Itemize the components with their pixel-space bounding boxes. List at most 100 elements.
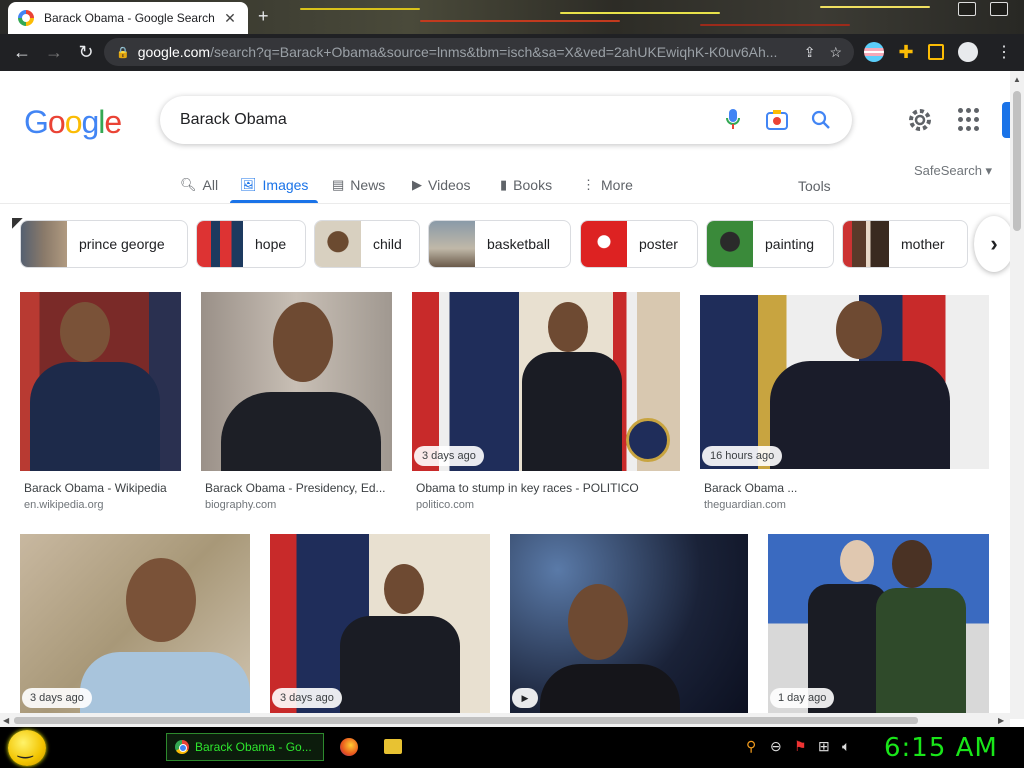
reload-icon[interactable]: ↻ [70,42,102,63]
tab-more[interactable]: ⋮ More [582,172,633,198]
result-image[interactable] [700,295,989,469]
scrollbar-thumb[interactable] [14,717,918,724]
chip-scroll-right-button[interactable]: › [974,216,1014,272]
chip-thumbnail [843,221,889,267]
result-image[interactable] [20,534,250,713]
chip-painting[interactable]: painting [706,220,834,268]
lock-icon: 🔒 [116,46,130,59]
scroll-up-arrow-icon[interactable]: ▲ [1013,75,1021,84]
result-source[interactable]: biography.com [205,499,276,511]
close-window-icon[interactable] [990,2,1008,16]
result-title[interactable]: Barack Obama - Presidency, Ed... [205,481,390,495]
result-image[interactable] [412,292,680,471]
tab-books[interactable]: ▮ Books [500,172,552,198]
search-tabs: 🔍︎ All 🖼︎ Images ▤ News ▶ Videos ▮ Books ⋮ Mor… [0,166,1010,204]
taskbar-clock[interactable]: 6:15 AM [884,733,998,763]
search-query[interactable]: Barack Obama [180,111,700,129]
chip-basketball[interactable]: basketball [428,220,571,268]
chip-hope[interactable]: hope [196,220,306,268]
os-taskbar [0,727,1024,768]
search-input[interactable]: Barack Obama [160,96,852,144]
address-bar[interactable]: 🔒 google.com/search?q=Barack+Obama&sourc… [104,38,854,66]
date-badge: 3 days ago [414,446,484,466]
url-text[interactable]: google.com/search?q=Barack+Obama&source=… [138,44,790,60]
portrait-head [568,584,628,660]
folder-icon[interactable] [384,739,402,754]
url-path: /search?q=Barack+Obama&source=lnms&tbm=i… [210,44,778,60]
wallpaper-streak [560,12,720,14]
tools-button[interactable]: Tools [798,173,831,199]
scroll-right-arrow-icon[interactable]: ▶ [998,716,1004,725]
restore-window-icon[interactable] [958,2,976,16]
tray-minus-icon[interactable]: ⊖ [770,738,782,755]
tab-videos[interactable]: ▶ Videos [412,172,471,198]
chip-child[interactable]: child [314,220,420,268]
portrait-shirt [80,652,250,713]
portrait-head [548,302,588,352]
portrait-suit [770,361,950,469]
image-icon: 🖼︎ [240,177,257,192]
tab-label: Images [262,177,309,193]
scroll-left-arrow-icon[interactable]: ◀ [3,716,9,725]
browser-menu-icon[interactable]: ⋮ [996,42,1012,62]
chip-mother[interactable]: mother [842,220,968,268]
chip-label: mother [901,236,945,252]
new-tab-button[interactable]: + [258,6,269,27]
logo-letter: e [104,104,122,140]
result-source[interactable]: en.wikipedia.org [24,499,104,511]
scrollbar-thumb[interactable] [1013,91,1021,231]
result-image[interactable] [20,292,181,471]
forward-arrow-icon[interactable]: → [38,42,70,63]
network-icon[interactable]: ⊞ [818,738,830,755]
vertical-scrollbar[interactable]: ▲ [1010,71,1024,719]
camera-lens-icon[interactable] [766,109,788,131]
search-tray-icon[interactable]: ⚲ [746,738,756,755]
result-image[interactable] [510,534,748,713]
news-icon: ▤ [332,177,345,192]
safesearch-dropdown[interactable]: SafeSearch ▾ [914,163,992,179]
chip-label: basketball [487,236,551,252]
tab-images[interactable]: 🖼︎ Images [240,172,308,198]
browser-tab[interactable]: Barack Obama - Google Search ✕ [8,2,248,34]
puzzle-extension-icon[interactable]: ✚ [896,42,916,62]
flag-tray-icon[interactable]: ⚑ [794,738,807,755]
result-image[interactable] [768,534,989,713]
result-title[interactable]: Obama to stump in key races - POLITICO [416,481,678,495]
back-arrow-icon[interactable]: ← [6,42,38,63]
portrait-suit [540,664,680,713]
bookmark-star-icon[interactable]: ☆ [829,44,842,61]
share-icon[interactable]: ⇪ [804,44,816,61]
sidepanel-icon[interactable] [928,44,944,60]
profile-avatar-icon[interactable] [958,42,978,62]
chip-prince-george[interactable]: prince george [20,220,188,268]
volume-icon[interactable]: 🔈︎ [842,738,850,755]
result-title[interactable]: Barack Obama - Wikipedia [24,481,184,495]
apps-grid-icon[interactable] [958,108,982,132]
gear-icon[interactable] [906,106,934,134]
flag-extension-icon[interactable] [864,42,884,62]
microphone-icon[interactable] [722,109,744,131]
result-image[interactable] [270,534,490,713]
search-icon[interactable] [810,109,832,131]
url-host: google.com [137,44,211,60]
tab-label: More [601,177,633,193]
tab-news[interactable]: ▤ News [332,172,385,198]
taskbar-chrome-window[interactable]: Barack Obama - Go... [166,733,324,761]
firefox-icon[interactable] [340,738,358,756]
result-source[interactable]: politico.com [416,499,474,511]
play-video-icon[interactable]: ▶ [512,688,538,708]
tab-all[interactable]: 🔍︎ All [180,172,218,198]
portrait-suit [522,352,622,471]
result-source[interactable]: theguardian.com [704,499,786,511]
close-tab-icon[interactable]: ✕ [222,10,238,27]
date-badge: 3 days ago [272,688,342,708]
tab-label: Videos [428,177,471,193]
result-title[interactable]: Barack Obama ... [704,481,984,495]
horizontal-scrollbar[interactable]: ◀ ▶ [0,713,1010,727]
portrait-head [384,564,424,614]
tab-label: All [202,177,219,193]
start-button-smiley-icon[interactable] [8,730,46,766]
chip-poster[interactable]: poster [580,220,698,268]
google-logo[interactable]: Google [24,104,122,141]
result-image[interactable] [201,292,392,471]
